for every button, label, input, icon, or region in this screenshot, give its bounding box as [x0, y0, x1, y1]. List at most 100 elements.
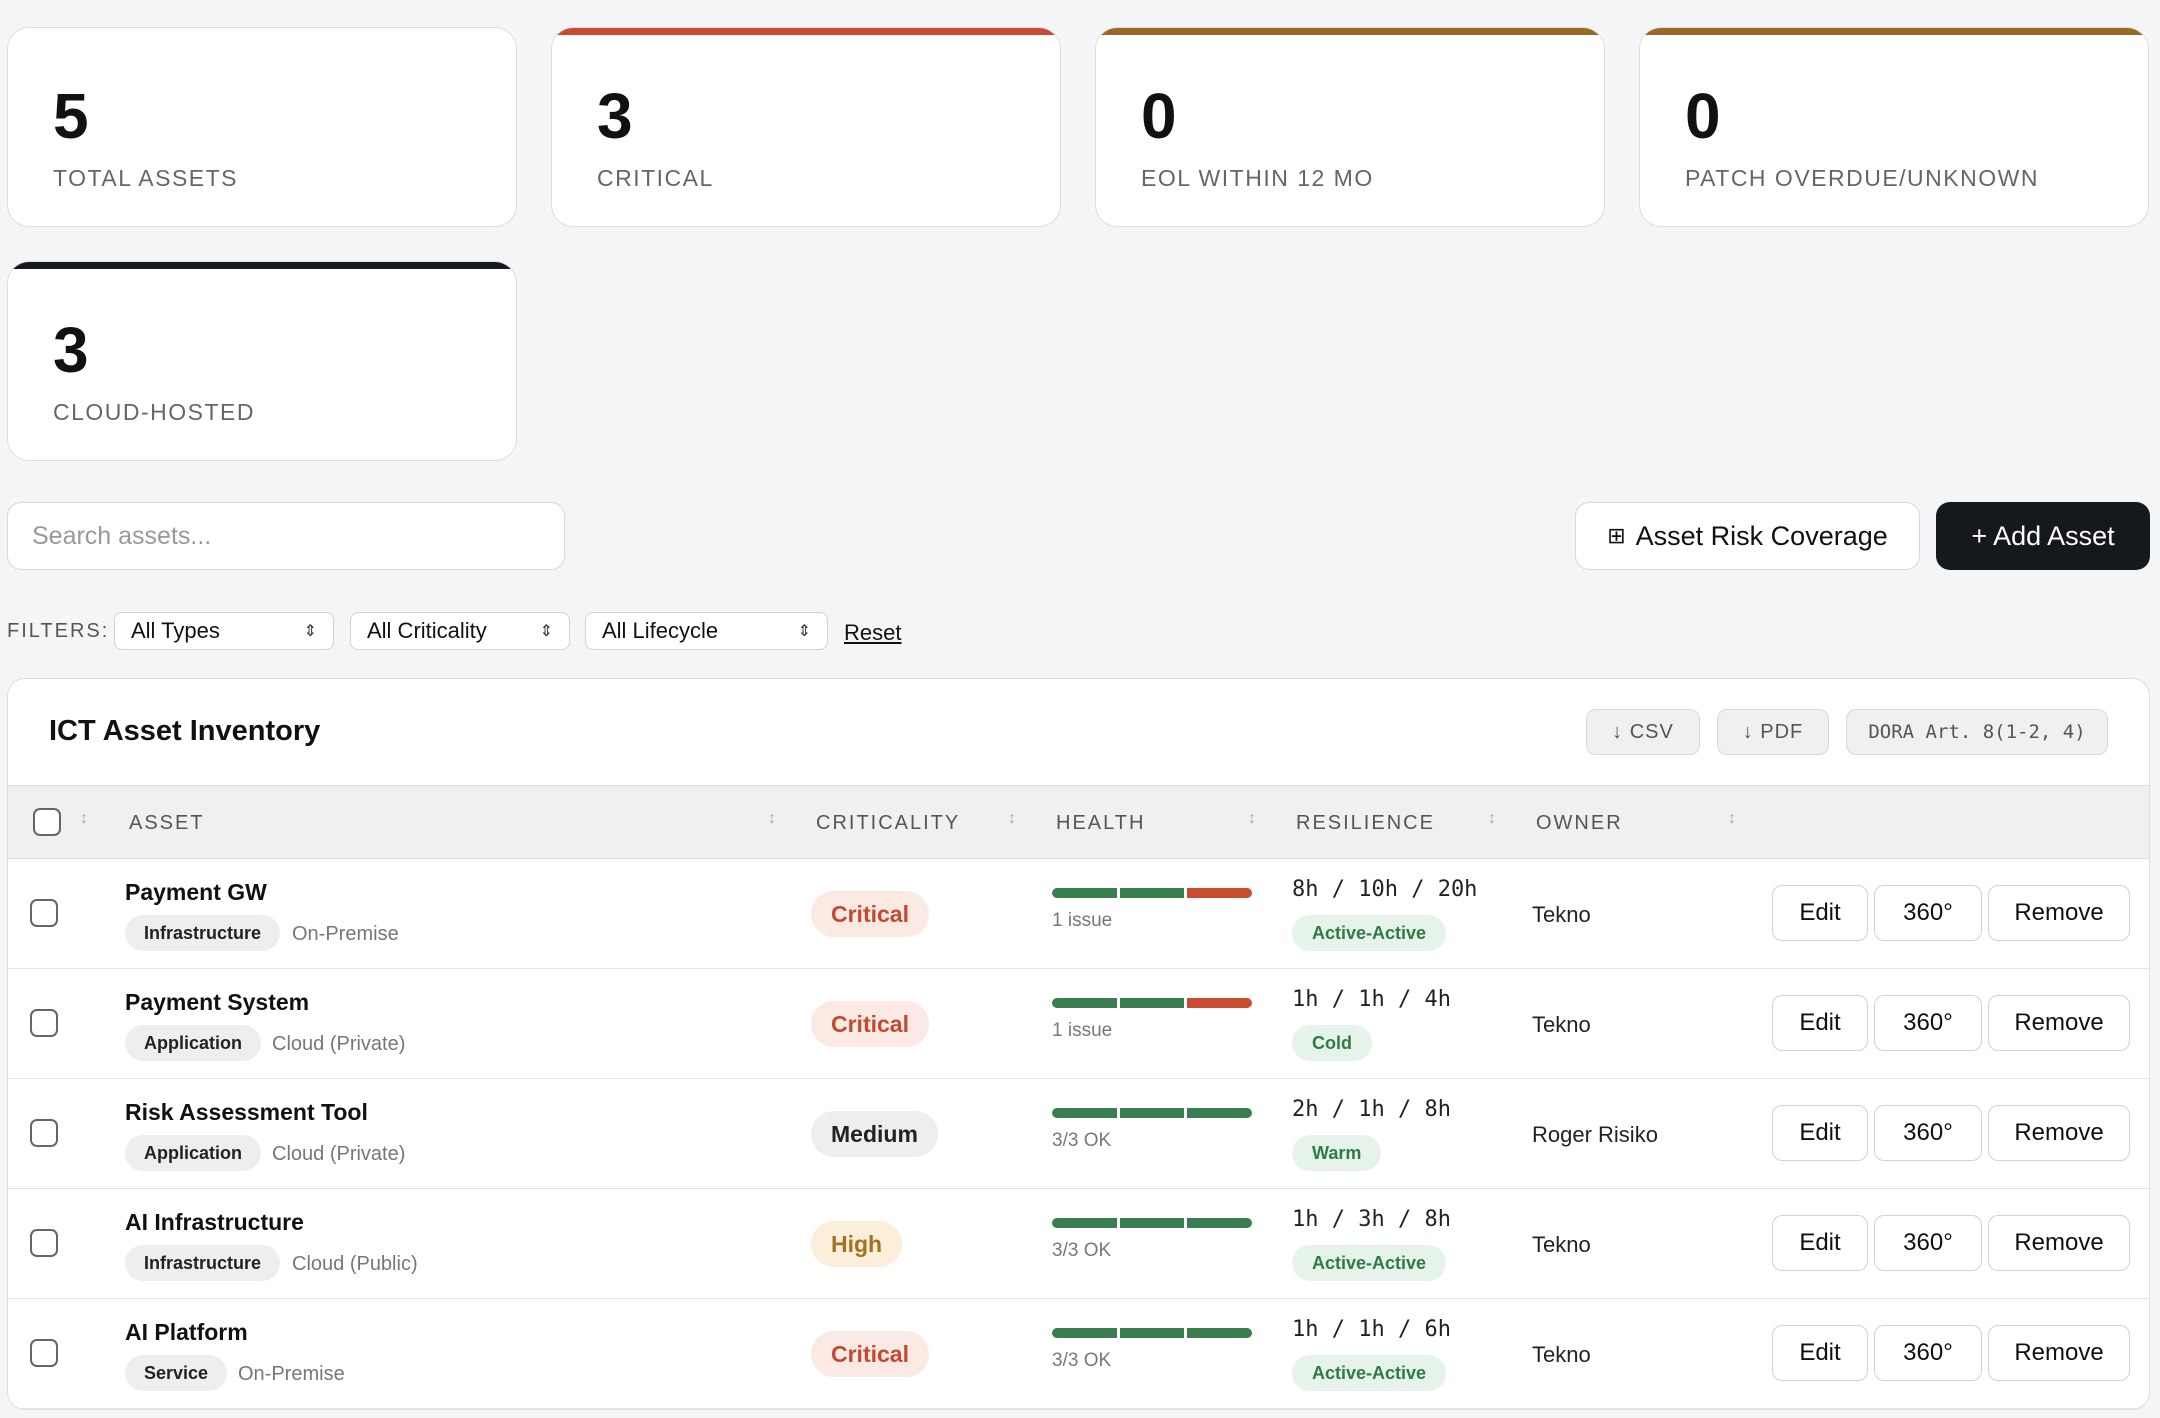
asset-hosting: Cloud (Public) — [292, 1253, 418, 1275]
edit-button[interactable]: Edit — [1772, 1215, 1868, 1271]
asset-type-tag: Infrastructure — [125, 1245, 281, 1281]
asset-name[interactable]: AI Platform — [125, 1319, 248, 1346]
view-360-button[interactable]: 360° — [1874, 1215, 1982, 1271]
health-segment — [1052, 1218, 1117, 1228]
stat-label: CLOUD-HOSTED — [53, 399, 256, 425]
health-segment — [1119, 998, 1185, 1008]
row-checkbox[interactable] — [30, 899, 58, 927]
health-segment — [1119, 1328, 1185, 1338]
edit-button[interactable]: Edit — [1772, 995, 1868, 1051]
asset-owner: Tekno — [1532, 1232, 1591, 1257]
health-segment — [1119, 1218, 1185, 1228]
select-value: All Types — [131, 618, 220, 643]
health-bar — [1052, 1218, 1253, 1228]
chevron-updown-icon: ⇕ — [797, 623, 811, 640]
inventory-title: ICT Asset Inventory — [49, 715, 321, 747]
column-asset[interactable]: ASSET — [129, 812, 205, 835]
chevron-updown-icon: ⇕ — [303, 623, 317, 640]
edit-button[interactable]: Edit — [1772, 885, 1868, 941]
remove-button[interactable]: Remove — [1988, 1325, 2130, 1381]
remove-button[interactable]: Remove — [1988, 1215, 2130, 1271]
select-value: All Lifecycle — [602, 618, 719, 643]
column-resilience[interactable]: RESILIENCE — [1296, 812, 1435, 835]
row-checkbox[interactable] — [30, 1009, 58, 1037]
remove-button[interactable]: Remove — [1988, 1105, 2130, 1161]
sort-icon[interactable]: ↕ — [1248, 810, 1256, 828]
inventory-panel: ICT Asset Inventory ↓ CSV ↓ PDF DORA Art… — [7, 678, 2150, 1410]
health-segment — [1119, 888, 1185, 898]
stat-value: 5 — [53, 80, 89, 152]
resilience-badge: Cold — [1292, 1025, 1372, 1061]
stat-label: CRITICAL — [597, 165, 714, 191]
stat-accent-bar — [8, 262, 516, 269]
edit-button[interactable]: Edit — [1772, 1325, 1868, 1381]
column-health[interactable]: HEALTH — [1056, 812, 1145, 835]
stat-accent-bar — [552, 28, 1060, 35]
row-checkbox[interactable] — [30, 1229, 58, 1257]
health-segment — [1052, 888, 1117, 898]
stat-value: 3 — [597, 80, 633, 152]
edit-button[interactable]: Edit — [1772, 1105, 1868, 1161]
table-row: AI Infrastructure Infrastructure Cloud (… — [8, 1189, 2149, 1299]
asset-name[interactable]: Payment GW — [125, 879, 267, 906]
asset-name[interactable]: Risk Assessment Tool — [125, 1099, 368, 1126]
view-360-button[interactable]: 360° — [1874, 885, 1982, 941]
health-status: 1 issue — [1052, 910, 1113, 931]
lifecycle-filter-select[interactable]: All Lifecycle ⇕ — [585, 612, 828, 650]
health-segment — [1187, 888, 1253, 898]
stat-accent-bar — [1640, 28, 2148, 35]
asset-type-tag: Service — [125, 1355, 228, 1391]
asset-name[interactable]: AI Infrastructure — [125, 1209, 304, 1236]
table-row: Payment System Application Cloud (Privat… — [8, 969, 2149, 1079]
export-pdf-button[interactable]: ↓ PDF — [1717, 709, 1829, 755]
table-header: ↕ ASSET ↕ CRITICALITY ↕ HEALTH ↕ RESILIE… — [8, 785, 2149, 859]
criticality-badge: High — [811, 1221, 903, 1267]
column-criticality[interactable]: CRITICALITY — [816, 812, 960, 835]
health-segment — [1187, 1328, 1253, 1338]
export-csv-button[interactable]: ↓ CSV — [1586, 709, 1700, 755]
view-360-button[interactable]: 360° — [1874, 1105, 1982, 1161]
rto-rpo-values: 8h / 10h / 20h — [1292, 877, 1478, 902]
sort-icon[interactable]: ↕ — [1008, 810, 1016, 828]
health-segment — [1187, 998, 1253, 1008]
reset-filters-link[interactable]: Reset — [844, 620, 901, 646]
stat-card-eol: 0 EOL WITHIN 12 MO — [1095, 27, 1605, 227]
dora-reference-badge: DORA Art. 8(1-2, 4) — [1846, 709, 2108, 755]
criticality-badge: Critical — [811, 1001, 929, 1047]
health-status: 3/3 OK — [1052, 1130, 1112, 1151]
asset-hosting: On-Premise — [292, 923, 399, 945]
sort-icon[interactable]: ↕ — [1488, 810, 1496, 828]
remove-button[interactable]: Remove — [1988, 885, 2130, 941]
stat-value: 0 — [1685, 80, 1721, 152]
stat-card-patch-overdue: 0 PATCH OVERDUE/UNKNOWN — [1639, 27, 2149, 227]
sort-icon[interactable]: ↕ — [768, 810, 776, 828]
resilience-badge: Active-Active — [1292, 1245, 1447, 1281]
health-bar — [1052, 998, 1253, 1008]
sort-icon[interactable]: ↕ — [1728, 810, 1736, 828]
sort-icon[interactable]: ↕ — [80, 810, 88, 828]
asset-name[interactable]: Payment System — [125, 989, 309, 1016]
health-segment — [1187, 1218, 1253, 1228]
add-asset-button[interactable]: + Add Asset — [1936, 502, 2150, 570]
criticality-badge: Critical — [811, 891, 929, 937]
stat-label: EOL WITHIN 12 MO — [1141, 165, 1374, 191]
table-row: Payment GW Infrastructure On-Premise Cri… — [8, 859, 2149, 969]
asset-owner: Tekno — [1532, 1342, 1591, 1367]
row-checkbox[interactable] — [30, 1119, 58, 1147]
view-360-button[interactable]: 360° — [1874, 995, 1982, 1051]
asset-type-tag: Application — [125, 1025, 261, 1061]
search-input[interactable] — [7, 502, 565, 570]
asset-hosting: Cloud (Private) — [272, 1033, 406, 1055]
asset-owner: Roger Risiko — [1532, 1122, 1658, 1147]
view-360-button[interactable]: 360° — [1874, 1325, 1982, 1381]
column-owner[interactable]: OWNER — [1536, 812, 1623, 835]
type-filter-select[interactable]: All Types ⇕ — [114, 612, 334, 650]
stat-label: TOTAL ASSETS — [53, 165, 239, 191]
criticality-badge: Medium — [811, 1111, 938, 1157]
remove-button[interactable]: Remove — [1988, 995, 2130, 1051]
row-checkbox[interactable] — [30, 1339, 58, 1367]
asset-risk-coverage-button[interactable]: ⊞ Asset Risk Coverage — [1575, 502, 1920, 570]
select-all-checkbox[interactable] — [33, 808, 61, 836]
rto-rpo-values: 1h / 1h / 6h — [1292, 1317, 1451, 1342]
criticality-filter-select[interactable]: All Criticality ⇕ — [350, 612, 570, 650]
